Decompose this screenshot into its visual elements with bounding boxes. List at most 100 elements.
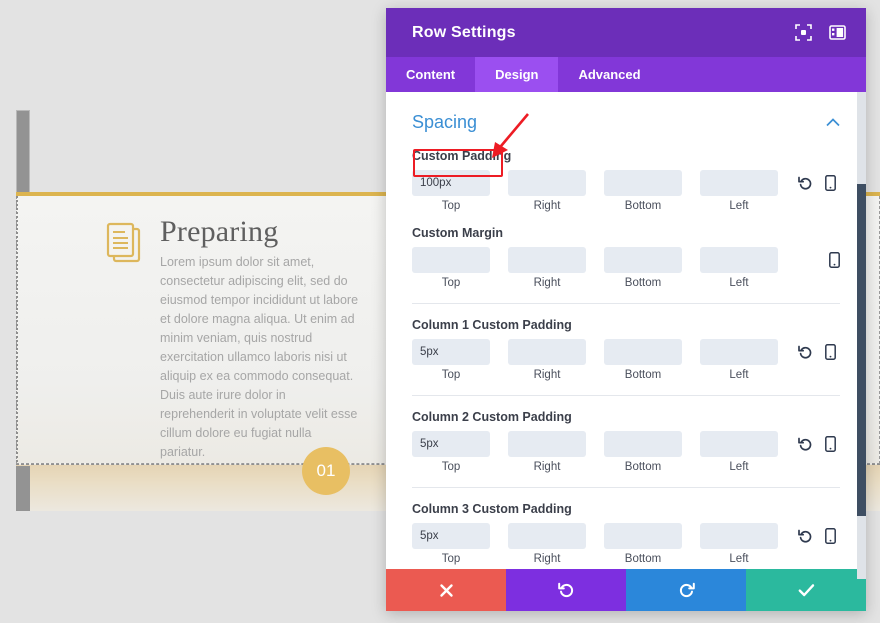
padding-bottom-input[interactable] xyxy=(604,170,682,196)
input-cell-bottom: Bottom xyxy=(604,431,682,473)
margin-bottom-input[interactable] xyxy=(604,247,682,273)
input-cell-right: Right xyxy=(508,431,586,473)
reset-icon[interactable] xyxy=(798,176,813,191)
col2-padding-left-input[interactable] xyxy=(700,431,778,457)
focus-icon[interactable] xyxy=(790,20,816,46)
margin-left-input[interactable] xyxy=(700,247,778,273)
col1-padding-bottom-input[interactable] xyxy=(604,339,682,365)
input-cell-top: Top xyxy=(412,339,490,381)
inputs-row: Top Right Bottom Left xyxy=(412,431,840,473)
col2-padding-top-input[interactable] xyxy=(412,431,490,457)
input-cell-left: Left xyxy=(700,431,778,473)
col1-padding-right-input[interactable] xyxy=(508,339,586,365)
inputs-row: Top Right Bottom Left xyxy=(412,339,840,381)
modal-header: Row Settings xyxy=(386,8,866,57)
row-tools xyxy=(798,523,836,549)
field-label: Column 2 Custom Padding xyxy=(412,410,572,424)
field-group-custom-margin: Custom Margin Top Right Bottom Left xyxy=(412,226,840,289)
field-group-column-1-padding: Column 1 Custom Padding Top Right Bottom… xyxy=(412,318,840,381)
col3-padding-bottom-input[interactable] xyxy=(604,523,682,549)
row-tools xyxy=(798,170,836,196)
input-caption: Bottom xyxy=(624,553,662,565)
responsive-device-icon[interactable] xyxy=(825,344,836,360)
input-cell-top: Top xyxy=(412,431,490,473)
tab-design[interactable]: Design xyxy=(475,57,559,92)
reset-icon[interactable] xyxy=(798,437,813,452)
input-cell-bottom: Bottom xyxy=(604,339,682,381)
modal-tabs: Content Design Advanced xyxy=(386,57,866,92)
redo-button[interactable] xyxy=(626,569,746,611)
responsive-device-icon[interactable] xyxy=(829,252,840,268)
field-label: Column 3 Custom Padding xyxy=(412,502,572,516)
input-caption: Right xyxy=(533,461,561,473)
col3-padding-top-input[interactable] xyxy=(412,523,490,549)
input-caption: Left xyxy=(729,277,749,289)
documents-icon xyxy=(105,221,145,270)
input-caption: Right xyxy=(533,553,561,565)
section-title: Spacing xyxy=(412,112,478,132)
input-cell-top: Top xyxy=(412,523,490,565)
blurb-body-text: Lorem ipsum dolor sit amet, consectetur … xyxy=(160,255,359,459)
responsive-device-icon[interactable] xyxy=(825,175,836,191)
input-caption: Bottom xyxy=(624,369,662,381)
col1-padding-left-input[interactable] xyxy=(700,339,778,365)
input-cell-bottom: Bottom xyxy=(604,523,682,565)
row-left-handle-top[interactable] xyxy=(16,110,30,195)
margin-right-input[interactable] xyxy=(508,247,586,273)
col3-padding-left-input[interactable] xyxy=(700,523,778,549)
field-group-column-3-padding: Column 3 Custom Padding Top Right Bottom… xyxy=(412,502,840,565)
save-button[interactable] xyxy=(746,569,866,611)
input-cell-top: Top xyxy=(412,170,490,212)
row-settings-modal: Row Settings Content Design Advanced Spa… xyxy=(386,8,866,611)
input-cell-left: Left xyxy=(700,523,778,565)
input-caption: Left xyxy=(729,461,749,473)
section-divider xyxy=(412,487,840,488)
row-tools xyxy=(798,247,840,273)
input-caption: Left xyxy=(729,553,749,565)
modal-scrollbar-thumb[interactable] xyxy=(857,184,866,516)
chevron-up-icon[interactable] xyxy=(826,115,840,130)
responsive-device-icon[interactable] xyxy=(825,528,836,544)
row-tools xyxy=(798,431,836,457)
inputs-row: Top Right Bottom Left xyxy=(412,170,840,212)
input-caption: Left xyxy=(729,369,749,381)
margin-top-input[interactable] xyxy=(412,247,490,273)
input-cell-top: Top xyxy=(412,247,490,289)
input-cell-right: Right xyxy=(508,170,586,212)
field-label: Column 1 Custom Padding xyxy=(412,318,572,332)
input-caption: Bottom xyxy=(624,461,662,473)
col2-padding-right-input[interactable] xyxy=(508,431,586,457)
tab-advanced[interactable]: Advanced xyxy=(558,57,660,92)
section-divider xyxy=(412,303,840,304)
inputs-row: Top Right Bottom Left xyxy=(412,523,840,565)
padding-top-input[interactable] xyxy=(412,170,490,196)
input-caption: Top xyxy=(441,369,461,381)
input-caption: Top xyxy=(441,553,461,565)
section-divider xyxy=(412,395,840,396)
reset-icon[interactable] xyxy=(798,529,813,544)
col1-padding-top-input[interactable] xyxy=(412,339,490,365)
col3-padding-right-input[interactable] xyxy=(508,523,586,549)
spacing-section-header[interactable]: Spacing xyxy=(412,112,840,133)
col2-padding-bottom-input[interactable] xyxy=(604,431,682,457)
tab-content[interactable]: Content xyxy=(386,57,475,92)
modal-body: Spacing Custom Padding Top Right Bottom xyxy=(386,92,866,569)
input-cell-left: Left xyxy=(700,247,778,289)
field-group-custom-padding: Custom Padding Top Right Bottom Left xyxy=(412,149,840,212)
input-caption: Top xyxy=(441,200,461,212)
input-caption: Right xyxy=(533,369,561,381)
undo-button[interactable] xyxy=(506,569,626,611)
field-label: Custom Padding xyxy=(412,149,512,163)
input-caption: Top xyxy=(441,277,461,289)
padding-right-input[interactable] xyxy=(508,170,586,196)
modal-footer xyxy=(386,569,866,611)
layout-columns-icon[interactable] xyxy=(824,20,850,46)
reset-icon[interactable] xyxy=(798,345,813,360)
input-caption: Right xyxy=(533,200,561,212)
input-cell-left: Left xyxy=(700,339,778,381)
padding-left-input[interactable] xyxy=(700,170,778,196)
cancel-button[interactable] xyxy=(386,569,506,611)
input-caption: Bottom xyxy=(624,200,662,212)
blurb-heading: Preparing xyxy=(160,215,279,248)
responsive-device-icon[interactable] xyxy=(825,436,836,452)
